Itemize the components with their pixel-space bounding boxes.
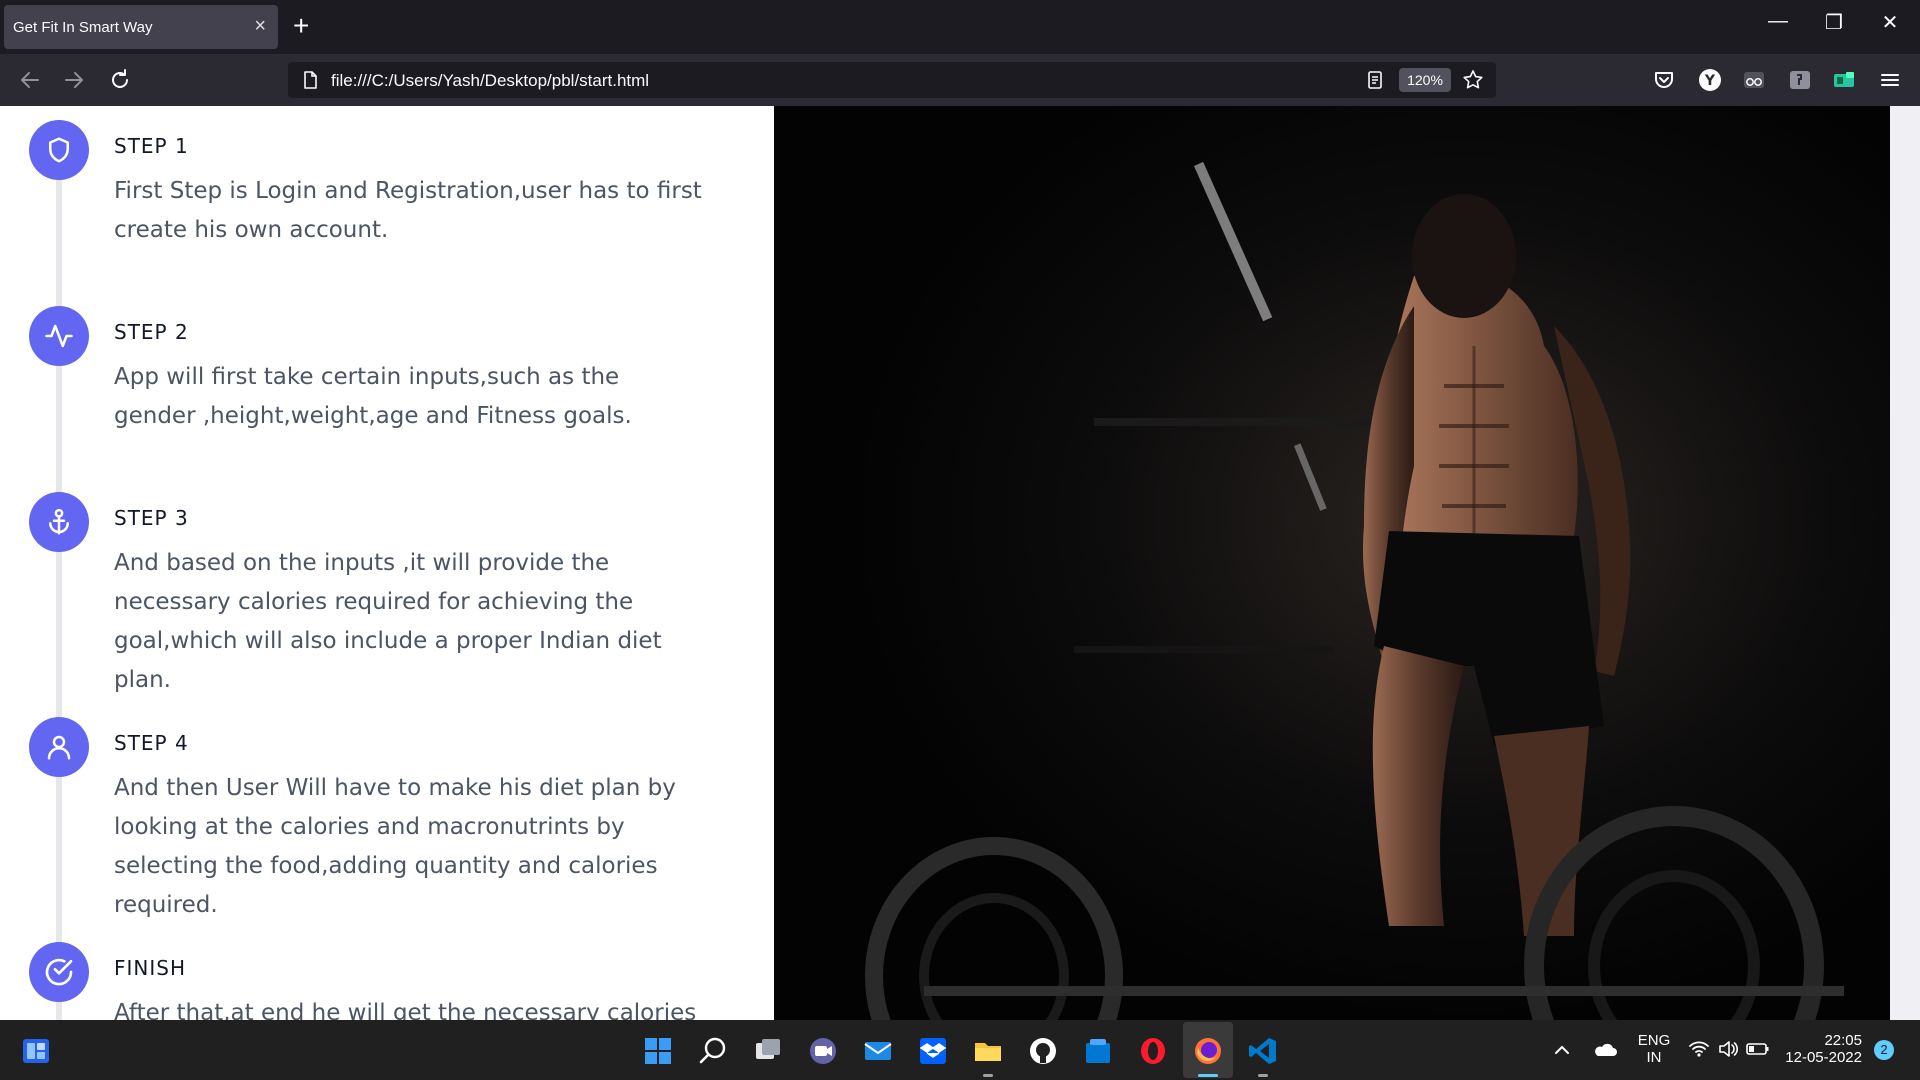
store-icon[interactable] bbox=[1082, 1035, 1114, 1067]
pocket-icon[interactable] bbox=[1650, 66, 1678, 94]
user-icon bbox=[29, 717, 89, 777]
restore-button[interactable]: ❐ bbox=[1814, 10, 1854, 35]
battery-icon[interactable] bbox=[1745, 1038, 1771, 1060]
reload-icon[interactable] bbox=[106, 66, 134, 94]
step-title: STEP 3 bbox=[114, 506, 189, 530]
zoom-level-badge[interactable]: 120% bbox=[1399, 68, 1451, 92]
step-title: STEP 1 bbox=[114, 134, 189, 158]
minimize-button[interactable]: — bbox=[1758, 10, 1798, 33]
clock[interactable]: 22:05 12-05-2022 bbox=[1782, 1032, 1862, 1066]
extension-green-icon[interactable] bbox=[1830, 66, 1858, 94]
step-title: FINISH bbox=[114, 956, 186, 980]
reader-view-icon[interactable] bbox=[1365, 70, 1385, 90]
running-indicator bbox=[983, 1074, 993, 1077]
step-title: STEP 4 bbox=[114, 731, 189, 755]
shield-icon bbox=[29, 120, 89, 180]
vscode-icon[interactable] bbox=[1247, 1035, 1279, 1067]
url-text: file:///C:/Users/Yash/Desktop/pbl/start.… bbox=[331, 71, 650, 90]
windows-taskbar: ENG IN 22:05 12-05-2022 2 bbox=[0, 1020, 1920, 1080]
pulse-icon bbox=[29, 306, 89, 366]
widgets-icon[interactable] bbox=[20, 1035, 52, 1067]
page-file-icon bbox=[304, 71, 317, 89]
windows-start-icon[interactable] bbox=[642, 1035, 674, 1067]
language-indicator[interactable]: ENG IN bbox=[1634, 1032, 1674, 1066]
bookmark-star-icon[interactable] bbox=[1462, 69, 1484, 91]
running-indicator bbox=[1258, 1074, 1268, 1077]
language-code: ENG bbox=[1637, 1032, 1671, 1049]
step-title: STEP 2 bbox=[114, 320, 189, 344]
anchor-icon bbox=[29, 492, 89, 552]
browser-tab[interactable]: Get Fit In Smart Way × bbox=[4, 5, 278, 49]
step-description: App will first take certain inputs,such … bbox=[114, 364, 632, 429]
page-viewport: STEP 1 First Step is Login and Registrat… bbox=[0, 106, 1920, 1020]
clock-date: 12-05-2022 bbox=[1785, 1049, 1862, 1066]
step-description: After that,at end he will get the necess… bbox=[114, 1000, 697, 1020]
search-icon[interactable] bbox=[697, 1035, 729, 1067]
extension-glasses-icon[interactable] bbox=[1740, 66, 1768, 94]
mail-icon[interactable] bbox=[862, 1035, 894, 1067]
github-icon[interactable] bbox=[1027, 1035, 1059, 1067]
step-description: First Step is Login and Registration,use… bbox=[114, 178, 702, 243]
task-view-icon[interactable] bbox=[752, 1035, 784, 1067]
hero-photo bbox=[774, 106, 1890, 1020]
chevron-up-icon[interactable] bbox=[1550, 1038, 1574, 1062]
svg-text:Y: Y bbox=[1704, 73, 1716, 89]
page-scrollbar[interactable] bbox=[1890, 106, 1920, 1020]
step-description: And then User Will have to make his diet… bbox=[114, 775, 676, 918]
active-app-indicator bbox=[1198, 1074, 1218, 1077]
onedrive-cloud-icon[interactable] bbox=[1592, 1038, 1618, 1062]
notification-count-badge[interactable]: 2 bbox=[1874, 1040, 1894, 1060]
navigation-toolbar: file:///C:/Users/Yash/Desktop/pbl/start.… bbox=[0, 54, 1920, 106]
check-circle-icon bbox=[29, 942, 89, 1002]
tab-close-icon[interactable]: × bbox=[254, 15, 266, 37]
tab-title: Get Fit In Smart Way bbox=[13, 19, 153, 36]
steps-panel: STEP 1 First Step is Login and Registrat… bbox=[0, 106, 774, 1020]
clock-time: 22:05 bbox=[1824, 1032, 1862, 1049]
athlete-photo-illustration bbox=[774, 106, 1890, 1020]
firefox-icon[interactable] bbox=[1192, 1035, 1224, 1067]
address-bar[interactable]: file:///C:/Users/Yash/Desktop/pbl/start.… bbox=[288, 62, 1496, 98]
new-tab-button[interactable]: + bbox=[293, 11, 309, 41]
file-explorer-icon[interactable] bbox=[972, 1035, 1004, 1067]
close-window-button[interactable]: ✕ bbox=[1870, 10, 1910, 35]
teams-chat-icon[interactable] bbox=[807, 1035, 839, 1067]
hamburger-menu-icon[interactable] bbox=[1876, 66, 1904, 94]
opera-icon[interactable] bbox=[1137, 1035, 1169, 1067]
forward-arrow-icon[interactable] bbox=[60, 66, 88, 94]
extension-y-icon[interactable]: Y bbox=[1696, 66, 1724, 94]
timeline-line bbox=[56, 136, 62, 1020]
wifi-icon[interactable] bbox=[1688, 1038, 1710, 1060]
tab-bar: Get Fit In Smart Way × + — ❐ ✕ bbox=[0, 0, 1920, 54]
dropbox-icon[interactable] bbox=[917, 1035, 949, 1067]
region-code: IN bbox=[1646, 1049, 1662, 1066]
back-arrow-icon[interactable] bbox=[16, 66, 44, 94]
volume-icon[interactable] bbox=[1717, 1038, 1739, 1060]
step-description: And based on the inputs ,it will provide… bbox=[114, 550, 662, 693]
extension-puzzle-icon[interactable] bbox=[1786, 66, 1814, 94]
